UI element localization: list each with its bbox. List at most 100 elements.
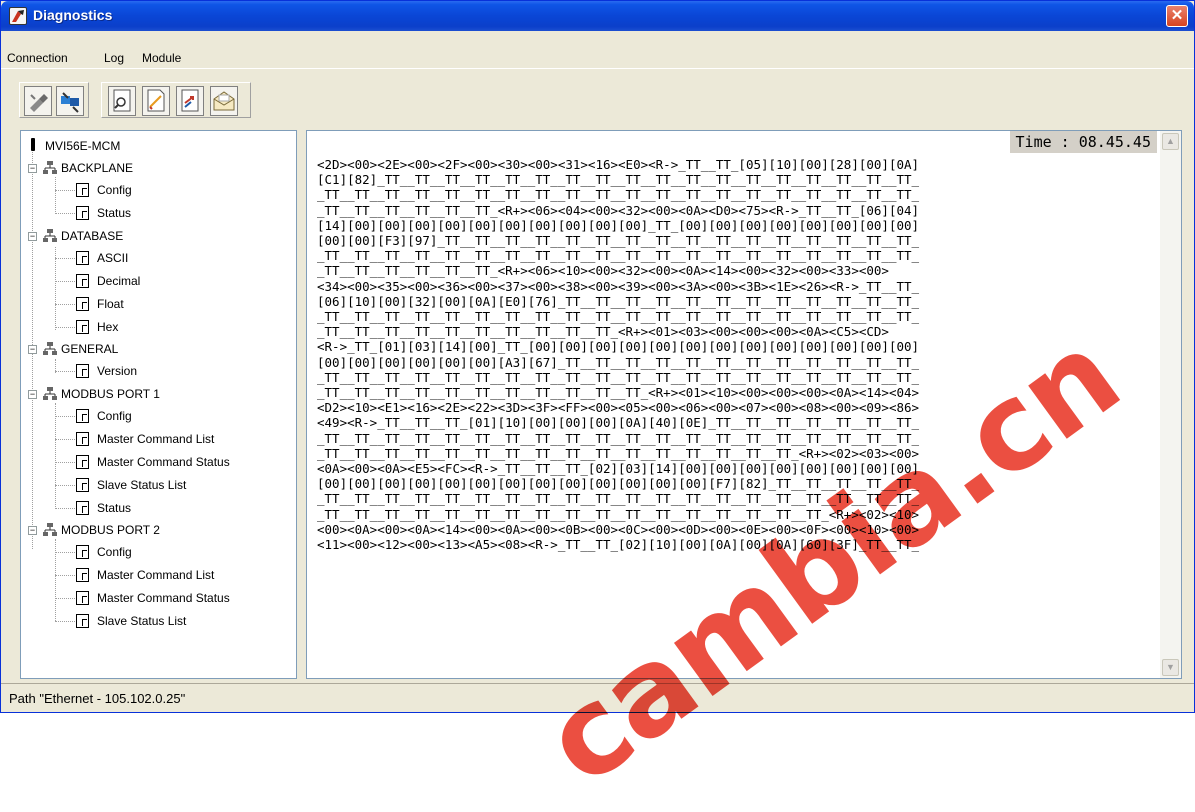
send-mail-button[interactable] [210,86,238,116]
connect-button[interactable] [56,86,84,116]
app-icon [9,7,27,25]
page-icon [76,409,89,423]
log-line: [00][00][00][00][00][00][A3][67]_TT__TT_… [317,354,920,370]
tree-item-port1-status[interactable]: Status [21,497,281,519]
menu-module[interactable]: Module [142,51,181,65]
page-icon [76,478,89,492]
network-icon [43,342,57,355]
tree-item-label: Config [97,409,132,423]
collapse-icon[interactable]: − [28,164,37,173]
tree-item-database-ascii[interactable]: ASCII [21,247,281,269]
tree-item-label: Config [97,545,132,559]
tree-item-general-version[interactable]: Version [21,360,281,382]
status-bar: Path "Ethernet - 105.102.0.25" [1,683,1194,712]
tree-item-backplane-config[interactable]: Config [21,179,281,201]
tree-item-port1-master-command-status[interactable]: Master Command Status [21,451,281,473]
tree-item-database-hex[interactable]: Hex [21,316,281,338]
toolbar [19,82,254,120]
tree-item-database-float[interactable]: Float [21,293,281,315]
tree-item-label: Master Command List [97,568,215,582]
scroll-down-button[interactable]: ▼ [1162,659,1179,676]
menu-bar: Connection Log Module [1,47,1194,69]
send-mail-icon [213,91,235,111]
tree-item-port2-master-command-status[interactable]: Master Command Status [21,587,281,609]
connect-icon [61,92,79,113]
log-line: <00><0A><00><0A><14><00><0A><00><0B><00>… [317,521,920,537]
tree-item-label: Slave Status List [97,614,187,628]
log-line: _TT__TT__TT__TT__TT__TT__TT__TT__TT__TT_… [317,506,920,522]
log-line: <2D><00><2E><00><2F><00><30><00><31><16>… [317,157,920,172]
tree-item-database-decimal[interactable]: Decimal [21,270,281,292]
page-icon [76,297,89,311]
tree-item-label: Master Command List [97,432,215,446]
diagnostic-log[interactable]: Time : 08.45.45 <2D><00><2E><00><2F><00>… [306,130,1182,679]
tree-item-label: Float [97,297,124,311]
menu-log[interactable]: Log [104,51,124,65]
new-log-icon [147,89,165,112]
find-button[interactable] [108,86,136,116]
export-button[interactable] [176,86,204,116]
window-title: Diagnostics [33,7,113,23]
time-display: Time : 08.45.45 [1009,131,1157,153]
toolbar-group-log [101,82,251,118]
tree-item-port2-config[interactable]: Config [21,541,281,563]
log-line: _TT__TT__TT__TT__TT__TT__TT__TT__TT__TT_… [317,430,920,446]
tree-item-port1-master-command-list[interactable]: Master Command List [21,428,281,450]
page-icon [76,568,89,582]
log-line: _TT__TT__TT__TT__TT__TT__TT__TT__TT__TT_… [317,445,920,461]
find-icon [113,89,131,112]
new-log-button[interactable] [142,86,170,116]
collapse-icon[interactable]: − [28,232,37,241]
network-icon [43,387,57,400]
title-bar[interactable]: Diagnostics ✕ [1,1,1194,31]
tree-item-port2-master-command-list[interactable]: Master Command List [21,564,281,586]
tree-item-port2-slave-status-list[interactable]: Slave Status List [21,610,281,632]
log-line: <0A><00><0A><E5><FC><R->_TT__TT__TT_[02]… [317,461,920,477]
tree-item-label: Version [97,364,138,378]
tree-node-label: BACKPLANE [61,161,134,175]
tree-item-label: Status [97,206,132,220]
collapse-icon[interactable]: − [28,526,37,535]
module-tree[interactable]: MVI56E-MCM − BACKPLANE Config Status − D… [20,130,297,679]
connection-path: Path "Ethernet - 105.102.0.25" [9,691,186,706]
export-icon [181,89,199,112]
tree-node-modbus-port-2[interactable]: − MODBUS PORT 2 [21,519,281,541]
log-line: <D2><10><E1><16><2E><22><3D><3F><FF><00>… [317,400,920,416]
log-line: _TT__TT__TT__TT__TT__TT__TT__TT__TT__TT_… [317,324,889,340]
log-line: <49><R->_TT__TT__TT_[01][10][00][00][00]… [317,415,920,431]
tree-item-label: ASCII [97,251,129,265]
tree-item-label: Master Command Status [97,591,230,605]
tree-item-port1-config[interactable]: Config [21,405,281,427]
log-output[interactable]: <2D><00><2E><00><2F><00><30><00><31><16>… [317,157,1157,552]
log-line: _TT__TT__TT__TT__TT__TT__TT__TT__TT__TT_… [317,491,920,507]
scroll-up-button[interactable]: ▲ [1162,133,1179,150]
tree-item-port1-slave-status-list[interactable]: Slave Status List [21,474,281,496]
page-icon [76,545,89,559]
menu-connection[interactable]: Connection [7,51,68,65]
page-icon [76,274,89,288]
tree-node-label: MODBUS PORT 2 [61,523,160,537]
tree-node-label: GENERAL [61,342,119,356]
vertical-scrollbar[interactable]: ▲ ▼ [1160,131,1181,678]
page-icon [76,206,89,220]
disconnect-button[interactable] [24,86,52,116]
tree-node-modbus-port-1[interactable]: − MODBUS PORT 1 [21,383,281,405]
tree-item-label: Hex [97,320,119,334]
log-line: _TT__TT__TT__TT__TT__TT__TT__TT__TT__TT_… [317,187,920,203]
page-icon [76,251,89,265]
tree-root-label: MVI56E-MCM [45,139,121,153]
tree-node-general[interactable]: − GENERAL [21,338,281,360]
tree-node-database[interactable]: − DATABASE [21,225,281,247]
tree-item-label: Decimal [97,274,141,288]
log-line: [06][10][00][32][00][0A][E0][76]_TT__TT_… [317,293,920,309]
close-button[interactable]: ✕ [1166,5,1188,27]
network-icon [43,523,57,536]
log-line: _TT__TT__TT__TT__TT__TT__TT__TT__TT__TT_… [317,309,920,325]
collapse-icon[interactable]: − [28,390,37,399]
page-icon [76,591,89,605]
tree-item-label: Status [97,501,132,515]
tree-node-backplane[interactable]: − BACKPLANE [21,157,281,179]
network-icon [43,161,57,174]
collapse-icon[interactable]: − [28,345,37,354]
tree-item-backplane-status[interactable]: Status [21,202,281,224]
